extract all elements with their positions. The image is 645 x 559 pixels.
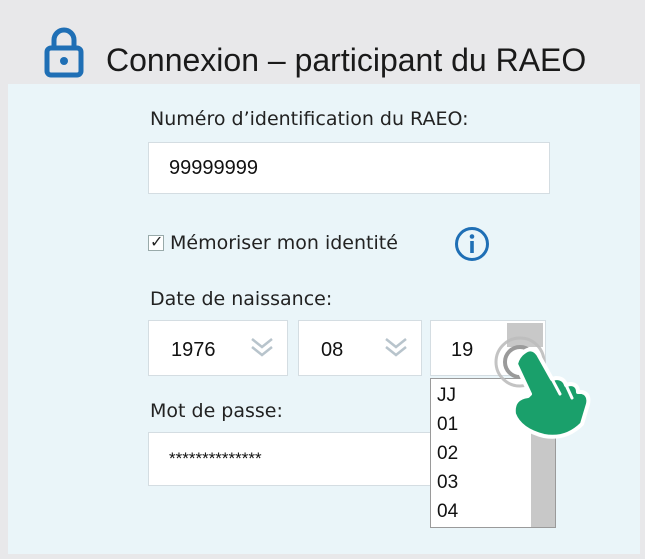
info-icon[interactable]: [454, 226, 490, 262]
id-label: Numéro d’identification du RAEO:: [150, 108, 469, 130]
dob-year-select[interactable]: 1976: [148, 320, 288, 376]
window: Connexion – participant du RAEO Numéro d…: [0, 0, 645, 559]
header-bar: Connexion – participant du RAEO: [8, 12, 640, 84]
chevron-down-icon: [385, 338, 407, 357]
remember-label[interactable]: Mémoriser mon identité: [170, 232, 398, 254]
dob-label: Date de naissance:: [150, 288, 333, 310]
dob-month-value: 08: [321, 339, 344, 361]
password-input-value: **************: [169, 449, 262, 468]
dropdown-option[interactable]: 03: [437, 472, 458, 494]
id-input[interactable]: 99999999: [148, 142, 550, 194]
dropdown-option[interactable]: 04: [437, 501, 458, 523]
hand-pointer-icon: [494, 336, 591, 439]
dropdown-option[interactable]: 01: [437, 414, 458, 436]
dob-year-value: 1976: [171, 339, 216, 361]
password-label: Mot de passe:: [150, 400, 283, 422]
check-icon: ✓: [150, 234, 164, 251]
dob-month-select[interactable]: 08: [298, 320, 422, 376]
chevron-down-icon: [251, 338, 273, 357]
id-input-value: 99999999: [169, 156, 258, 179]
dropdown-option[interactable]: 02: [437, 443, 458, 465]
page-title: Connexion – participant du RAEO: [106, 42, 587, 78]
password-input[interactable]: **************: [148, 432, 438, 486]
lock-icon: [44, 27, 84, 78]
remember-row[interactable]: ✓ Mémoriser mon identité: [148, 228, 398, 258]
dob-day-value: 19: [451, 339, 474, 361]
dropdown-option[interactable]: JJ: [437, 385, 456, 407]
remember-checkbox[interactable]: ✓: [148, 234, 164, 251]
